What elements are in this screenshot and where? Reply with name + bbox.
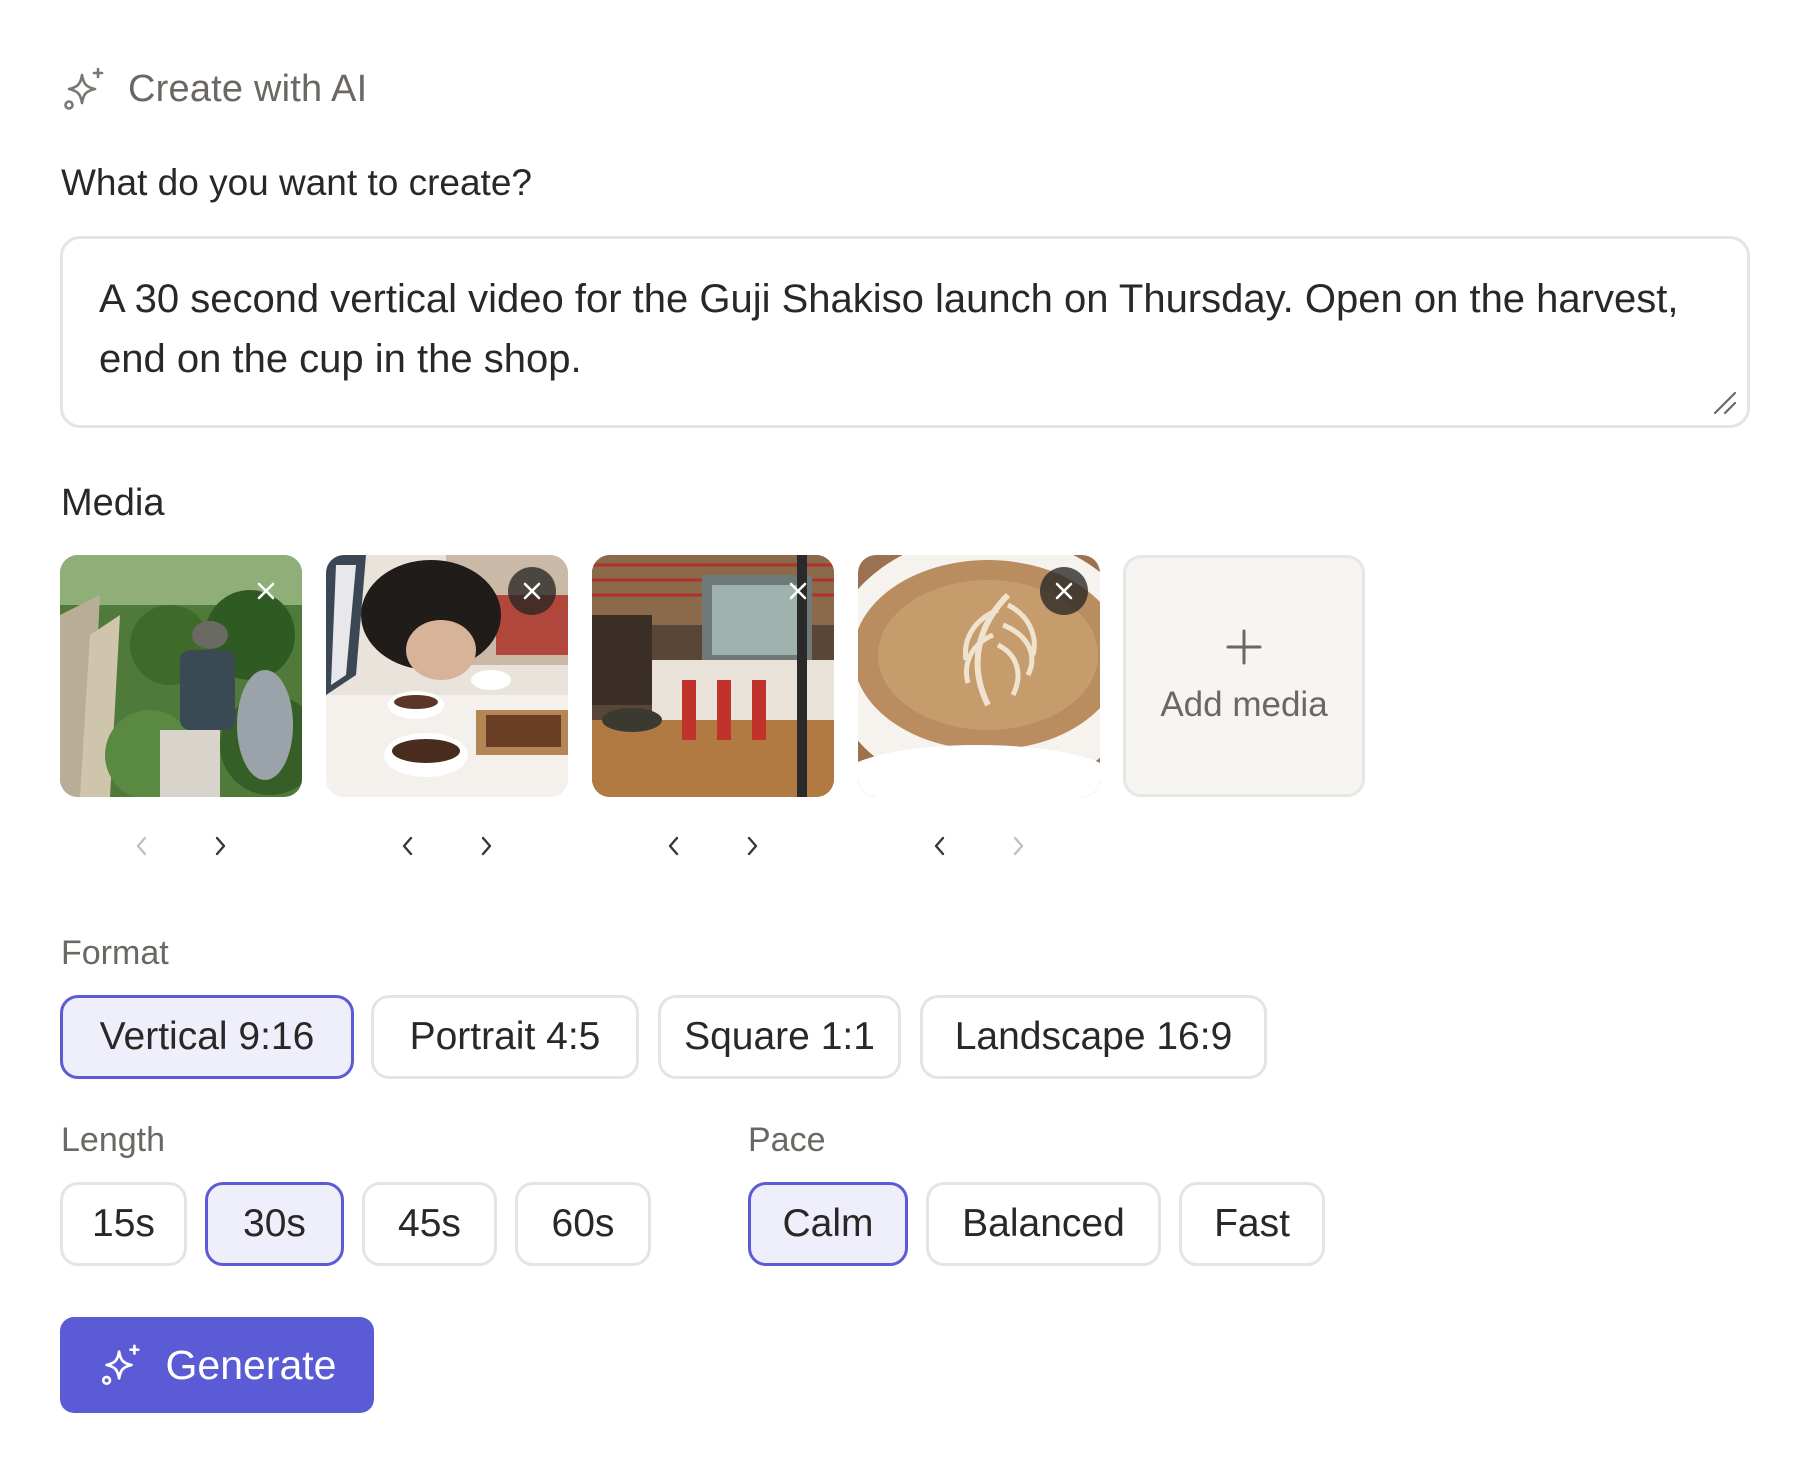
prompt-textarea[interactable]: A 30 second vertical video for the Guji … <box>60 236 1750 428</box>
pace-option-balanced[interactable]: Balanced <box>926 1182 1161 1266</box>
format-option-square[interactable]: Square 1:1 <box>658 995 901 1079</box>
move-right-button[interactable] <box>732 826 772 866</box>
prompt-label: What do you want to create? <box>61 162 532 203</box>
move-left-button[interactable] <box>654 826 694 866</box>
chevron-left-icon <box>934 836 945 856</box>
pace-option-fast[interactable]: Fast <box>1179 1182 1325 1266</box>
format-label: Format <box>61 934 169 972</box>
media-thumbnail-2[interactable] <box>326 555 568 797</box>
format-option-portrait[interactable]: Portrait 4:5 <box>371 995 639 1079</box>
generate-label: Generate <box>165 1341 337 1388</box>
length-label: Length <box>61 1121 165 1159</box>
media-thumbnail-1[interactable] <box>60 555 302 797</box>
media-reorder-controls <box>60 826 302 866</box>
move-left-button[interactable] <box>388 826 428 866</box>
chevron-left-icon <box>136 836 147 856</box>
move-right-button[interactable] <box>466 826 506 866</box>
remove-media-button[interactable] <box>774 567 822 615</box>
length-option-45s[interactable]: 45s <box>362 1182 497 1266</box>
media-reorder-controls <box>858 826 1100 866</box>
panel-header: Create with AI <box>60 64 367 114</box>
sparkle-icon <box>98 1342 144 1388</box>
chevron-right-icon <box>481 836 492 856</box>
format-option-vertical[interactable]: Vertical 9:16 <box>60 995 354 1079</box>
move-left-button[interactable] <box>920 826 960 866</box>
chevron-left-icon <box>402 836 413 856</box>
generate-button[interactable]: Generate <box>60 1317 374 1413</box>
chevron-right-icon <box>215 836 226 856</box>
panel-title: Create with AI <box>128 67 368 110</box>
plus-icon <box>1226 629 1262 665</box>
chevron-left-icon <box>668 836 679 856</box>
move-right-button[interactable] <box>998 826 1038 866</box>
add-media-label: Add media <box>1160 685 1328 724</box>
move-right-button[interactable] <box>200 826 240 866</box>
move-left-button[interactable] <box>122 826 162 866</box>
resize-handle-icon[interactable] <box>1711 389 1739 417</box>
pace-label: Pace <box>748 1121 826 1159</box>
length-option-15s[interactable]: 15s <box>60 1182 187 1266</box>
length-option-60s[interactable]: 60s <box>515 1182 651 1266</box>
close-icon <box>523 582 541 600</box>
remove-media-button[interactable] <box>242 567 290 615</box>
media-reorder-controls <box>326 826 568 866</box>
media-label: Media <box>61 482 165 524</box>
remove-media-button[interactable] <box>1040 567 1088 615</box>
chevron-right-icon <box>1013 836 1024 856</box>
sparkle-icon <box>60 65 108 113</box>
media-thumbnail-4[interactable] <box>858 555 1100 797</box>
chevron-right-icon <box>747 836 758 856</box>
close-icon <box>1055 582 1073 600</box>
media-reorder-controls <box>592 826 834 866</box>
prompt-text[interactable]: A 30 second vertical video for the Guji … <box>99 269 1711 389</box>
close-icon <box>257 582 275 600</box>
format-option-landscape[interactable]: Landscape 16:9 <box>920 995 1267 1079</box>
add-media-button[interactable]: Add media <box>1123 555 1365 797</box>
remove-media-button[interactable] <box>508 567 556 615</box>
pace-option-calm[interactable]: Calm <box>748 1182 908 1266</box>
media-thumbnail-3[interactable] <box>592 555 834 797</box>
close-icon <box>789 582 807 600</box>
length-option-30s[interactable]: 30s <box>205 1182 344 1266</box>
